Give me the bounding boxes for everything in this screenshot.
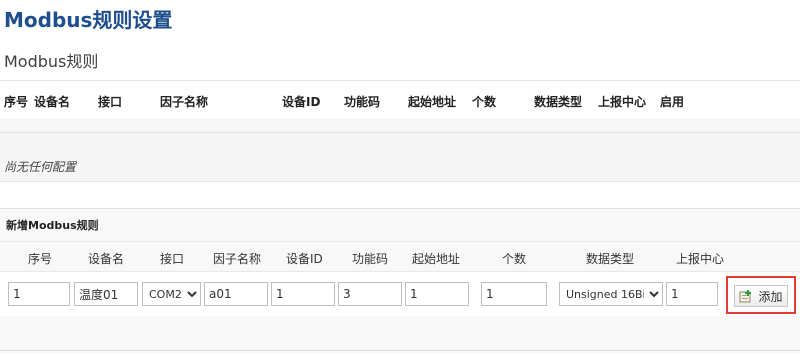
add-header-start-address: 起始地址 xyxy=(412,252,461,266)
header-device-name: 设备名 xyxy=(34,95,71,109)
add-rule-header-row: 序号 设备名 接口 因子名称 设备ID 功能码 起始地址 个数 数据类型 上报中… xyxy=(0,241,800,272)
add-header-data-type: 数据类型 xyxy=(586,252,635,266)
bottom-divider xyxy=(0,350,800,351)
header-data-type: 数据类型 xyxy=(534,95,583,109)
add-header-function-code: 功能码 xyxy=(352,252,389,266)
rules-table-header: 序号 设备名 接口 因子名称 设备ID 功能码 起始地址 个数 数据类型 上报中… xyxy=(0,80,800,120)
header-interface: 接口 xyxy=(98,95,123,109)
data-type-select[interactable]: Unsigned 16Bits xyxy=(559,282,663,306)
add-header-report-center: 上报中心 xyxy=(676,252,725,266)
add-header-device-id: 设备ID xyxy=(286,252,323,266)
page-title: Modbus规则设置 xyxy=(4,8,173,32)
header-start-address: 起始地址 xyxy=(408,95,457,109)
interface-select[interactable]: COM2 xyxy=(142,282,201,306)
header-function-code: 功能码 xyxy=(344,95,381,109)
add-header-count: 个数 xyxy=(502,252,527,266)
section-title: Modbus规则 xyxy=(4,52,99,71)
add-rule-input-row: COM2 Unsigned 16Bits 添加 xyxy=(0,271,800,316)
empty-text: 尚无任何配置 xyxy=(4,160,77,174)
header-count: 个数 xyxy=(472,95,497,109)
highlight-annotation xyxy=(726,276,796,314)
function-code-input[interactable] xyxy=(338,282,402,306)
table-divider xyxy=(0,118,800,133)
header-factor-name: 因子名称 xyxy=(160,95,209,109)
add-header-index: 序号 xyxy=(28,252,53,266)
add-header-device-name: 设备名 xyxy=(88,252,125,266)
header-device-id: 设备ID xyxy=(282,95,321,109)
device-id-input[interactable] xyxy=(271,282,335,306)
add-header-interface: 接口 xyxy=(160,252,185,266)
add-rule-title: 新增Modbus规则 xyxy=(6,219,99,232)
factor-name-input[interactable] xyxy=(204,282,268,306)
header-report-center: 上报中心 xyxy=(598,95,647,109)
header-enable: 启用 xyxy=(660,95,685,109)
start-address-input[interactable] xyxy=(405,282,469,306)
add-rule-section: 新增Modbus规则 序号 设备名 接口 因子名称 设备ID 功能码 起始地址 … xyxy=(0,208,800,353)
header-index: 序号 xyxy=(4,95,29,109)
add-header-factor-name: 因子名称 xyxy=(213,252,262,266)
report-center-input[interactable] xyxy=(666,282,718,306)
device-name-input[interactable] xyxy=(74,282,138,306)
empty-row: 尚无任何配置 xyxy=(0,133,800,182)
index-input[interactable] xyxy=(8,282,70,306)
count-input[interactable] xyxy=(481,282,547,306)
